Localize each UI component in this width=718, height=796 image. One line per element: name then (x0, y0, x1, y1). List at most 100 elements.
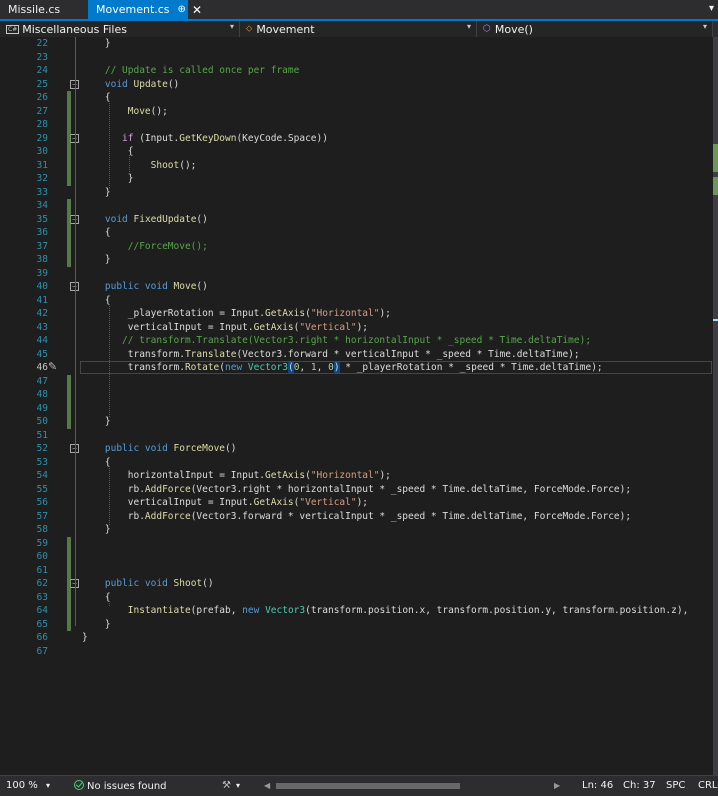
indent-guide (109, 101, 110, 188)
tab-movement-cs[interactable]: Movement.cs ⊕ ✕ (88, 0, 202, 19)
chevron-down-icon: ▾ (466, 22, 471, 31)
code-token: if (82, 132, 134, 144)
code-token: GetAxis (265, 470, 306, 481)
code-token: GetAxis (253, 497, 294, 508)
code-line: { (82, 145, 134, 159)
code-token: Translate (184, 348, 237, 360)
code-token: Rotate (184, 362, 220, 373)
code-token: (Vector3.forward * verticalInput * _spee… (190, 510, 632, 522)
code-token: () (202, 578, 214, 589)
tab-overflow-dropdown-icon[interactable]: ▾ (709, 3, 714, 14)
code-line: Instantiate(prefab, new Vector3(transfor… (82, 604, 689, 618)
code-cleanup-icon[interactable]: ⚒ (222, 780, 231, 791)
line-number: 58 (36, 524, 48, 535)
code-token: ); (356, 321, 369, 333)
line-number: 56 (36, 497, 48, 508)
pin-icon[interactable]: ⊕ (178, 4, 186, 15)
code-token: ); (356, 497, 369, 508)
class-icon: ⬦ (246, 24, 253, 34)
code-line: { (82, 294, 111, 308)
scroll-left-icon[interactable]: ◀ (264, 781, 270, 790)
code-token: () (167, 78, 180, 90)
line-number: 37 (36, 240, 48, 252)
scroll-right-icon[interactable]: ▶ (554, 781, 560, 790)
code-token: rb. (82, 510, 145, 522)
code-editor[interactable]: 22 } 23 24 // Update is called once per fr… (0, 37, 718, 775)
zoom-dropdown-icon[interactable]: ▾ (46, 781, 50, 790)
scroll-caret-marker (713, 319, 718, 321)
line-number: 67 (36, 645, 48, 657)
code-token: rb. (82, 483, 145, 495)
document-tab-bar: Missile.cs Movement.cs ⊕ ✕ ▾ (0, 0, 718, 19)
code-token: , (316, 362, 329, 373)
code-line: } (82, 186, 111, 200)
code-line: { (82, 456, 111, 470)
code-line: void Update() (82, 78, 179, 92)
code-token: } (82, 173, 134, 184)
line-number: 31 (36, 159, 48, 171)
line-number: 66 (36, 632, 48, 643)
code-token: () (225, 443, 237, 454)
line-number: 45 (36, 348, 48, 360)
code-line: { (82, 91, 111, 105)
code-line: verticalInput = Input.GetAxis("Vertical"… (82, 496, 368, 510)
code-token: (KeyCode.Space)) (236, 132, 328, 144)
code-token: } (82, 632, 88, 643)
code-token: //ForceMove(); (82, 240, 208, 252)
member-dropdown[interactable]: ⬡ Move() ▾ (477, 21, 713, 37)
code-line: horizontalInput = Input.GetAxis("Horizon… (82, 469, 391, 483)
vertical-scrollbar[interactable] (713, 37, 718, 775)
horizontal-scrollbar-thumb[interactable] (276, 783, 460, 789)
code-token: public void (82, 443, 168, 454)
code-token: "Horizontal" (310, 308, 380, 319)
code-token: } (82, 254, 111, 265)
line-number: 32 (36, 173, 48, 184)
line-number: 61 (36, 564, 48, 576)
code-line: verticalInput = Input.GetAxis("Vertical"… (82, 321, 368, 335)
change-indicator (67, 374, 71, 429)
line-number: 43 (36, 321, 48, 333)
code-token: transform. (82, 348, 185, 360)
code-line: { (82, 591, 111, 605)
code-cleanup-dropdown-icon[interactable]: ▾ (236, 781, 240, 790)
code-line: public void ForceMove() (82, 442, 237, 456)
line-number-indicator[interactable]: Ln: 46 (582, 780, 613, 791)
zoom-level[interactable]: 100 % (6, 780, 38, 791)
line-number: 28 (36, 119, 48, 130)
code-token: , (299, 362, 311, 373)
project-label: Miscellaneous Files (22, 22, 127, 36)
code-token: GetKeyDown (179, 132, 237, 144)
code-line: transform.Translate(Vector3.forward * ve… (82, 348, 580, 362)
code-token: } (82, 186, 111, 198)
line-number: 29 (36, 132, 48, 144)
code-token: { (82, 456, 111, 468)
code-line: void FixedUpdate() (82, 213, 208, 227)
code-token: ); (379, 308, 391, 319)
code-token: { (82, 227, 111, 238)
issues-indicator[interactable]: No issues found (74, 780, 167, 792)
line-number: 63 (36, 591, 48, 603)
code-line: } (82, 523, 111, 537)
line-number: 64 (36, 605, 48, 616)
indent-guide (109, 600, 110, 606)
project-dropdown[interactable]: C# Miscellaneous Files ▾ (0, 21, 240, 37)
code-line: // transform.Translate(Vector3.right * h… (82, 334, 591, 348)
whitespace-mode-indicator[interactable]: SPC (666, 780, 685, 791)
close-icon[interactable]: ✕ (192, 3, 202, 17)
type-dropdown[interactable]: ⬦ Movement ▾ (240, 21, 477, 37)
indent-guide (109, 303, 110, 417)
code-line: public void Move() (82, 280, 208, 294)
code-line: Move(); (82, 105, 168, 119)
line-number: 65 (36, 618, 48, 630)
column-indicator[interactable]: Ch: 37 (623, 780, 656, 791)
line-ending-indicator[interactable]: CRLF (698, 780, 718, 791)
tab-missile-cs[interactable]: Missile.cs (0, 0, 88, 19)
code-token: (Vector3.right * horizontalInput * _spee… (190, 483, 632, 495)
code-line: //ForceMove(); (82, 240, 208, 254)
tab-label: Movement.cs (96, 3, 170, 16)
code-token: ); (379, 470, 391, 481)
code-token: verticalInput = Input. (82, 321, 254, 333)
chevron-down-icon: ▾ (702, 22, 707, 31)
code-line: rb.AddForce(Vector3.right * horizontalIn… (82, 483, 631, 497)
code-token: { (82, 146, 134, 157)
